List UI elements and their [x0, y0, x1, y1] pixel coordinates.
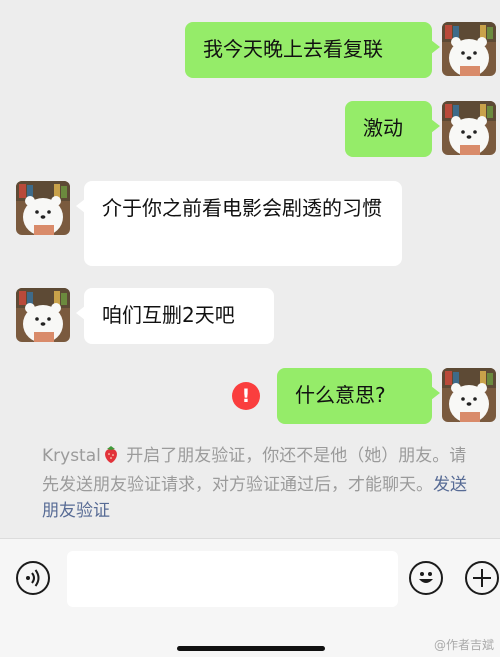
more-button[interactable]: [465, 561, 499, 595]
voice-button[interactable]: [16, 561, 50, 595]
my-avatar[interactable]: [442, 368, 496, 422]
emoji-icon: [419, 572, 433, 583]
watermark: @作者吉斌: [433, 638, 494, 652]
voice-icon: [26, 569, 40, 587]
my-message-bubble[interactable]: 我今天晚上去看复联: [185, 22, 440, 78]
system-notice: Krystal 开启了朋友验证，你还不是他（她）朋友。请先发送朋友验证请求，对方…: [42, 443, 482, 524]
my-message-bubble[interactable]: 什么意思?: [277, 368, 440, 424]
contact-name: Krystal: [42, 446, 101, 466]
contact-avatar[interactable]: [16, 181, 70, 235]
my-message-bubble[interactable]: 激动: [345, 101, 440, 157]
strawberry-icon: [101, 444, 121, 472]
contact-avatar[interactable]: [16, 288, 70, 342]
message-input[interactable]: [67, 551, 398, 607]
emoji-button[interactable]: [409, 561, 443, 595]
home-indicator: [177, 646, 325, 651]
contact-message-bubble[interactable]: 咱们互删2天吧: [76, 288, 274, 344]
my-avatar[interactable]: [442, 22, 496, 76]
plus-icon: [473, 569, 491, 587]
my-avatar[interactable]: [442, 101, 496, 155]
chat-area[interactable]: 我今天晚上去看复联 激动 介于你之前看电影会剧透的习惯 咱们互删2天吧 ! 什么…: [0, 0, 500, 540]
input-bar: [0, 538, 500, 657]
contact-message-bubble[interactable]: 介于你之前看电影会剧透的习惯: [76, 181, 402, 266]
send-failed-icon[interactable]: !: [232, 382, 260, 410]
